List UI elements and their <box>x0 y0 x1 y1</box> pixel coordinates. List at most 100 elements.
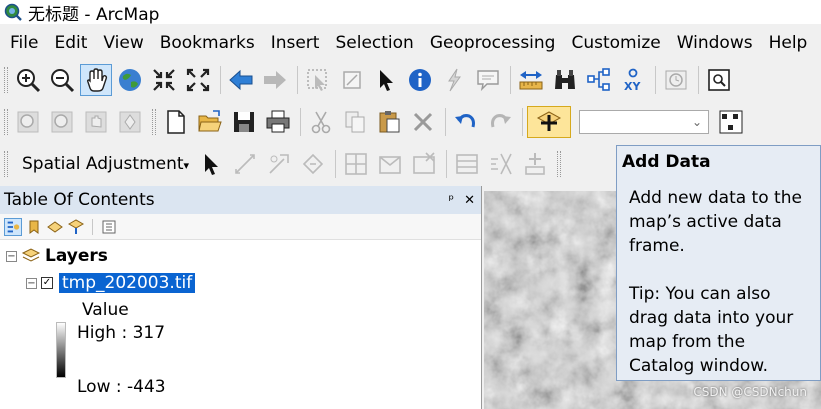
measure-button[interactable] <box>515 64 547 96</box>
new-identity-link-button[interactable] <box>340 148 372 180</box>
globe-icon <box>119 69 141 91</box>
zoom-in-disabled-icon <box>17 111 39 133</box>
zoom-out-icon <box>51 69 75 93</box>
zoom-out-disabled-button[interactable] <box>46 106 78 138</box>
list-by-selection-icon[interactable] <box>67 218 85 236</box>
fixed-zoom-in-button[interactable] <box>148 64 180 96</box>
toolbar-grip[interactable] <box>152 109 156 135</box>
toolbar-separator <box>446 150 448 178</box>
fixed-zoom-in-icon <box>153 69 175 91</box>
select-elements-button[interactable] <box>195 148 227 180</box>
zoom-out-button[interactable] <box>46 64 78 96</box>
modify-link-button[interactable] <box>263 148 295 180</box>
layer-name[interactable]: tmp_202003.tif <box>59 273 196 293</box>
toolbar-grip[interactable] <box>4 109 8 135</box>
options-icon[interactable] <box>100 218 118 236</box>
menu-geoprocessing[interactable]: Geoprocessing <box>422 33 564 53</box>
full-extent-disabled-button[interactable] <box>114 106 146 138</box>
menu-file[interactable]: File <box>0 33 46 53</box>
spatial-adjustment-label: Spatial Adjustment <box>22 154 184 174</box>
menu-windows[interactable]: Windows <box>669 33 761 53</box>
xy-icon: XY <box>624 68 641 93</box>
clear-selection-button[interactable] <box>336 64 368 96</box>
editor-icon <box>719 110 743 134</box>
printer-icon <box>266 110 290 133</box>
cursor-arrow-icon <box>380 70 393 91</box>
title-bar: 无标题 - ArcMap <box>0 0 821 25</box>
find-route-button[interactable] <box>583 64 615 96</box>
open-button[interactable] <box>194 106 226 138</box>
arrow-left-icon <box>229 69 253 91</box>
table-of-contents-panel: Table Of Contents ᵖ ✕ − Layers − ✓ tmp_2… <box>0 186 482 409</box>
menu-insert[interactable]: Insert <box>263 33 328 53</box>
attribute-transfer-button[interactable] <box>519 148 551 180</box>
collapse-icon[interactable]: − <box>26 277 37 289</box>
menu-selection[interactable]: Selection <box>327 33 421 53</box>
list-by-visibility-icon[interactable] <box>46 218 64 236</box>
adjustment-preview-button[interactable] <box>485 148 517 180</box>
collapse-icon[interactable]: − <box>6 250 17 262</box>
new-displacement-link-button[interactable] <box>229 148 261 180</box>
view-link-table-button[interactable] <box>451 148 483 180</box>
layer-row[interactable]: − ✓ tmp_202003.tif <box>26 273 196 293</box>
clear-limited-area-button[interactable] <box>408 148 440 180</box>
list-by-drawing-order-icon[interactable] <box>4 217 22 236</box>
modify-link-icon <box>269 154 289 174</box>
create-viewer-window-button[interactable] <box>703 64 735 96</box>
cut-button[interactable] <box>305 106 337 138</box>
add-data-button[interactable] <box>527 106 571 138</box>
folder-open-icon <box>198 110 222 132</box>
toolbar-separator <box>300 108 301 136</box>
delete-x-icon <box>413 112 433 132</box>
fixed-zoom-out-button[interactable] <box>182 64 214 96</box>
print-button[interactable] <box>262 106 294 138</box>
close-icon[interactable]: ✕ <box>464 193 475 208</box>
layers-root-row[interactable]: − Layers <box>6 246 108 266</box>
identify-button[interactable] <box>404 64 436 96</box>
watermark: CSDN @CSDNchun <box>693 385 807 399</box>
full-extent-button[interactable] <box>114 64 146 96</box>
toolbar-separator <box>445 108 446 136</box>
zoom-in-button[interactable] <box>12 64 44 96</box>
editor-toolbar-button[interactable] <box>715 106 747 138</box>
clear-selection-icon <box>343 71 361 89</box>
pin-icon[interactable]: ᵖ <box>449 193 455 208</box>
select-features-button[interactable] <box>302 64 334 96</box>
delete-button[interactable] <box>407 106 439 138</box>
find-button[interactable] <box>549 64 581 96</box>
toolbar-grip[interactable] <box>4 151 8 177</box>
menu-edit[interactable]: Edit <box>46 33 95 53</box>
toolbar-separator <box>220 66 221 94</box>
legend-high: High : 317 <box>77 323 166 343</box>
spatial-adjustment-menu[interactable]: Spatial Adjustment▾ <box>12 154 195 174</box>
zoom-in-icon <box>17 69 41 93</box>
toolbar-grip[interactable] <box>4 67 8 93</box>
menu-view[interactable]: View <box>95 33 151 53</box>
undo-button[interactable] <box>450 106 482 138</box>
save-button[interactable] <box>228 106 260 138</box>
map-scale-dropdown[interactable]: ⌄ <box>579 110 709 134</box>
hyperlink-button[interactable] <box>438 64 470 96</box>
new-limited-adjustment-button[interactable] <box>374 148 406 180</box>
list-by-source-icon[interactable] <box>25 218 43 236</box>
copy-button[interactable] <box>339 106 371 138</box>
select-elements-button[interactable] <box>370 64 402 96</box>
menu-customize[interactable]: Customize <box>563 33 668 53</box>
new-document-button[interactable] <box>160 106 192 138</box>
zoom-in-disabled-button[interactable] <box>12 106 44 138</box>
go-to-xy-button[interactable]: XY <box>617 64 649 96</box>
paste-button[interactable] <box>373 106 405 138</box>
go-back-button[interactable] <box>225 64 257 96</box>
time-slider-button[interactable] <box>660 64 692 96</box>
menu-help[interactable]: Help <box>761 33 816 53</box>
svg-text:XY: XY <box>624 80 641 93</box>
pan-disabled-button[interactable] <box>80 106 112 138</box>
menu-bookmarks[interactable]: Bookmarks <box>152 33 263 53</box>
pan-button[interactable] <box>80 64 112 96</box>
toolbar-grip[interactable] <box>557 151 562 177</box>
redo-button[interactable] <box>484 106 516 138</box>
go-forward-button[interactable] <box>259 64 291 96</box>
layer-visibility-checkbox[interactable]: ✓ <box>41 277 53 289</box>
html-popup-button[interactable] <box>472 64 504 96</box>
multi-displacement-button[interactable] <box>297 148 329 180</box>
